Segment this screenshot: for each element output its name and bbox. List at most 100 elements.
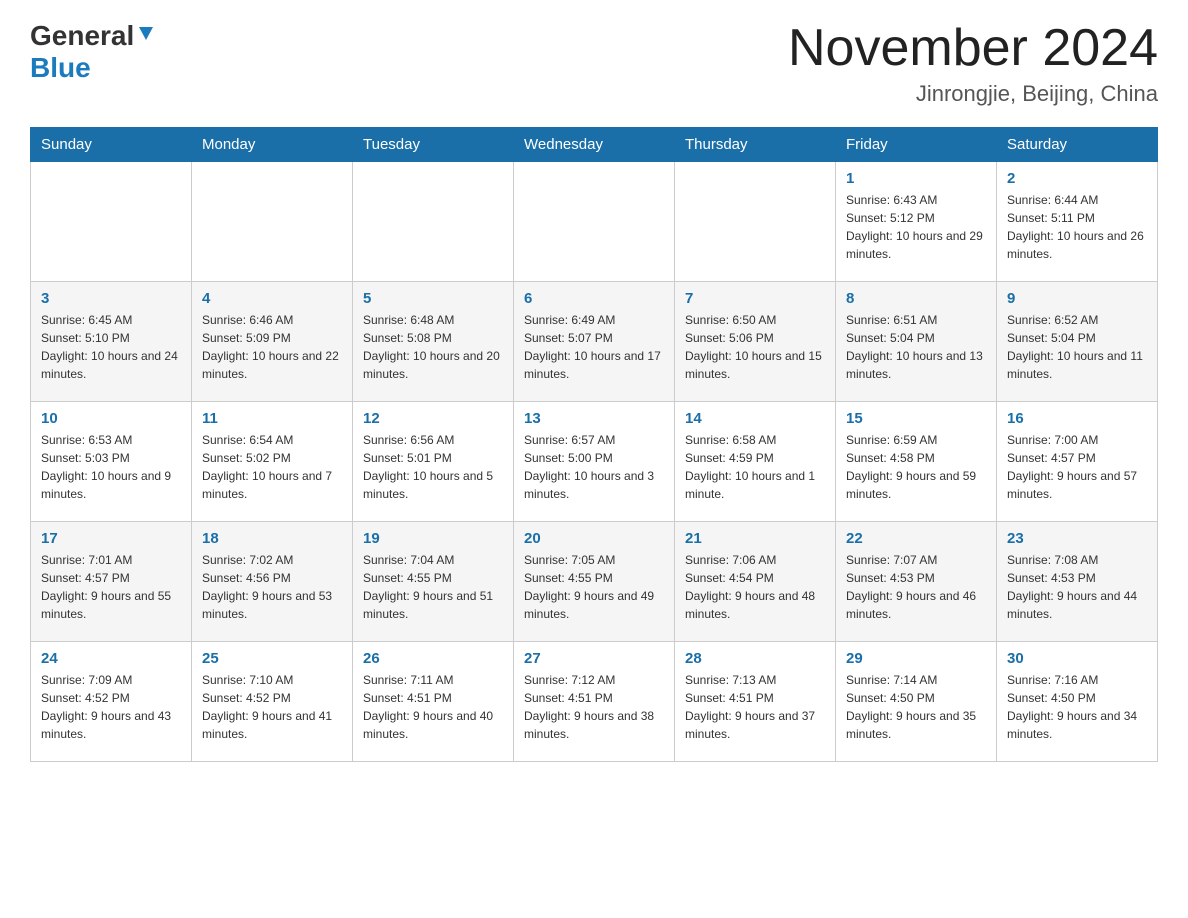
day-number: 19 — [363, 530, 503, 547]
calendar-cell — [675, 162, 836, 282]
calendar-cell: 17 Sunrise: 7:01 AM Sunset: 4:57 PM Dayli… — [31, 522, 192, 642]
day-info: Sunrise: 6:49 AM Sunset: 5:07 PM Dayligh… — [524, 311, 664, 383]
day-info: Sunrise: 7:01 AM Sunset: 4:57 PM Dayligh… — [41, 551, 181, 623]
title-block: November 2024 Jinrongjie, Beijing, China — [788, 20, 1158, 107]
day-info: Sunrise: 6:52 AM Sunset: 5:04 PM Dayligh… — [1007, 311, 1147, 383]
day-info: Sunrise: 7:10 AM Sunset: 4:52 PM Dayligh… — [202, 671, 342, 743]
day-info: Sunrise: 6:43 AM Sunset: 5:12 PM Dayligh… — [846, 191, 986, 263]
logo: General Blue — [30, 20, 155, 84]
calendar-row: 1 Sunrise: 6:43 AM Sunset: 5:12 PM Daylig… — [31, 162, 1158, 282]
day-number: 11 — [202, 410, 342, 427]
calendar-row: 24Sunrise: 7:09 AM Sunset: 4:52 PM Dayli… — [31, 642, 1158, 762]
calendar-cell: 9Sunrise: 6:52 AM Sunset: 5:04 PM Daylig… — [997, 282, 1158, 402]
day-number: 1 — [846, 170, 986, 187]
day-info: Sunrise: 7:08 AM Sunset: 4:53 PM Dayligh… — [1007, 551, 1147, 623]
calendar-cell: 22Sunrise: 7:07 AM Sunset: 4:53 PM Dayli… — [836, 522, 997, 642]
calendar-row: 3 Sunrise: 6:45 AM Sunset: 5:10 PM Daylig… — [31, 282, 1158, 402]
day-number: 21 — [685, 530, 825, 547]
logo-triangle-icon — [137, 24, 155, 47]
day-number: 16 — [1007, 410, 1147, 427]
day-info: Sunrise: 6:48 AM Sunset: 5:08 PM Dayligh… — [363, 311, 503, 383]
day-info: Sunrise: 6:50 AM Sunset: 5:06 PM Dayligh… — [685, 311, 825, 383]
day-info: Sunrise: 6:57 AM Sunset: 5:00 PM Dayligh… — [524, 431, 664, 503]
header-row: Sunday Monday Tuesday Wednesday Thursday… — [31, 128, 1158, 162]
day-number: 22 — [846, 530, 986, 547]
day-number: 26 — [363, 650, 503, 667]
calendar-cell: 24Sunrise: 7:09 AM Sunset: 4:52 PM Dayli… — [31, 642, 192, 762]
day-number: 13 — [524, 410, 664, 427]
calendar-cell: 19 Sunrise: 7:04 AM Sunset: 4:55 PM Dayli… — [353, 522, 514, 642]
day-number: 25 — [202, 650, 342, 667]
calendar-table: Sunday Monday Tuesday Wednesday Thursday… — [30, 127, 1158, 762]
calendar-cell: 21 Sunrise: 7:06 AM Sunset: 4:54 PM Dayli… — [675, 522, 836, 642]
col-friday: Friday — [836, 128, 997, 162]
day-info: Sunrise: 6:59 AM Sunset: 4:58 PM Dayligh… — [846, 431, 986, 503]
calendar-cell: 29Sunrise: 7:14 AM Sunset: 4:50 PM Dayli… — [836, 642, 997, 762]
col-thursday: Thursday — [675, 128, 836, 162]
day-info: Sunrise: 6:51 AM Sunset: 5:04 PM Dayligh… — [846, 311, 986, 383]
day-number: 30 — [1007, 650, 1147, 667]
calendar-cell — [514, 162, 675, 282]
day-number: 2 — [1007, 170, 1147, 187]
day-number: 6 — [524, 290, 664, 307]
calendar-cell — [31, 162, 192, 282]
day-number: 20 — [524, 530, 664, 547]
day-number: 18 — [202, 530, 342, 547]
day-info: Sunrise: 6:45 AM Sunset: 5:10 PM Dayligh… — [41, 311, 181, 383]
calendar-cell: 12Sunrise: 6:56 AM Sunset: 5:01 PM Dayli… — [353, 402, 514, 522]
day-number: 3 — [41, 290, 181, 307]
day-number: 23 — [1007, 530, 1147, 547]
day-info: Sunrise: 6:46 AM Sunset: 5:09 PM Dayligh… — [202, 311, 342, 383]
day-number: 14 — [685, 410, 825, 427]
calendar-cell: 8 Sunrise: 6:51 AM Sunset: 5:04 PM Daylig… — [836, 282, 997, 402]
day-number: 27 — [524, 650, 664, 667]
logo-blue-text: Blue — [30, 52, 91, 83]
calendar-row: 10Sunrise: 6:53 AM Sunset: 5:03 PM Dayli… — [31, 402, 1158, 522]
day-info: Sunrise: 7:04 AM Sunset: 4:55 PM Dayligh… — [363, 551, 503, 623]
month-title: November 2024 — [788, 20, 1158, 77]
location-text: Jinrongjie, Beijing, China — [788, 81, 1158, 107]
calendar-cell: 5 Sunrise: 6:48 AM Sunset: 5:08 PM Daylig… — [353, 282, 514, 402]
calendar-header: Sunday Monday Tuesday Wednesday Thursday… — [31, 128, 1158, 162]
day-info: Sunrise: 7:00 AM Sunset: 4:57 PM Dayligh… — [1007, 431, 1147, 503]
day-info: Sunrise: 6:44 AM Sunset: 5:11 PM Dayligh… — [1007, 191, 1147, 263]
calendar-cell: 25 Sunrise: 7:10 AM Sunset: 4:52 PM Dayli… — [192, 642, 353, 762]
day-info: Sunrise: 6:58 AM Sunset: 4:59 PM Dayligh… — [685, 431, 825, 503]
day-info: Sunrise: 6:56 AM Sunset: 5:01 PM Dayligh… — [363, 431, 503, 503]
calendar-body: 1 Sunrise: 6:43 AM Sunset: 5:12 PM Daylig… — [31, 162, 1158, 762]
day-info: Sunrise: 7:05 AM Sunset: 4:55 PM Dayligh… — [524, 551, 664, 623]
calendar-cell: 20 Sunrise: 7:05 AM Sunset: 4:55 PM Dayli… — [514, 522, 675, 642]
day-number: 5 — [363, 290, 503, 307]
day-number: 8 — [846, 290, 986, 307]
day-info: Sunrise: 7:12 AM Sunset: 4:51 PM Dayligh… — [524, 671, 664, 743]
calendar-cell: 3 Sunrise: 6:45 AM Sunset: 5:10 PM Daylig… — [31, 282, 192, 402]
calendar-cell: 11 Sunrise: 6:54 AM Sunset: 5:02 PM Dayli… — [192, 402, 353, 522]
calendar-cell — [192, 162, 353, 282]
day-info: Sunrise: 7:16 AM Sunset: 4:50 PM Dayligh… — [1007, 671, 1147, 743]
col-saturday: Saturday — [997, 128, 1158, 162]
day-number: 7 — [685, 290, 825, 307]
calendar-cell: 14 Sunrise: 6:58 AM Sunset: 4:59 PM Dayli… — [675, 402, 836, 522]
calendar-cell: 30 Sunrise: 7:16 AM Sunset: 4:50 PM Dayli… — [997, 642, 1158, 762]
calendar-cell: 10Sunrise: 6:53 AM Sunset: 5:03 PM Dayli… — [31, 402, 192, 522]
col-sunday: Sunday — [31, 128, 192, 162]
calendar-cell: 28Sunrise: 7:13 AM Sunset: 4:51 PM Dayli… — [675, 642, 836, 762]
logo-general-text: General — [30, 20, 134, 52]
calendar-cell: 6 Sunrise: 6:49 AM Sunset: 5:07 PM Daylig… — [514, 282, 675, 402]
col-monday: Monday — [192, 128, 353, 162]
day-info: Sunrise: 6:54 AM Sunset: 5:02 PM Dayligh… — [202, 431, 342, 503]
day-number: 15 — [846, 410, 986, 427]
day-info: Sunrise: 7:06 AM Sunset: 4:54 PM Dayligh… — [685, 551, 825, 623]
calendar-cell: 1 Sunrise: 6:43 AM Sunset: 5:12 PM Daylig… — [836, 162, 997, 282]
day-number: 17 — [41, 530, 181, 547]
day-info: Sunrise: 7:02 AM Sunset: 4:56 PM Dayligh… — [202, 551, 342, 623]
day-info: Sunrise: 7:11 AM Sunset: 4:51 PM Dayligh… — [363, 671, 503, 743]
col-tuesday: Tuesday — [353, 128, 514, 162]
day-number: 4 — [202, 290, 342, 307]
calendar-cell: 4 Sunrise: 6:46 AM Sunset: 5:09 PM Daylig… — [192, 282, 353, 402]
calendar-cell: 13 Sunrise: 6:57 AM Sunset: 5:00 PM Dayli… — [514, 402, 675, 522]
calendar-cell: 26 Sunrise: 7:11 AM Sunset: 4:51 PM Dayli… — [353, 642, 514, 762]
day-info: Sunrise: 7:14 AM Sunset: 4:50 PM Dayligh… — [846, 671, 986, 743]
calendar-cell: 2 Sunrise: 6:44 AM Sunset: 5:11 PM Daylig… — [997, 162, 1158, 282]
calendar-cell: 16 Sunrise: 7:00 AM Sunset: 4:57 PM Dayli… — [997, 402, 1158, 522]
